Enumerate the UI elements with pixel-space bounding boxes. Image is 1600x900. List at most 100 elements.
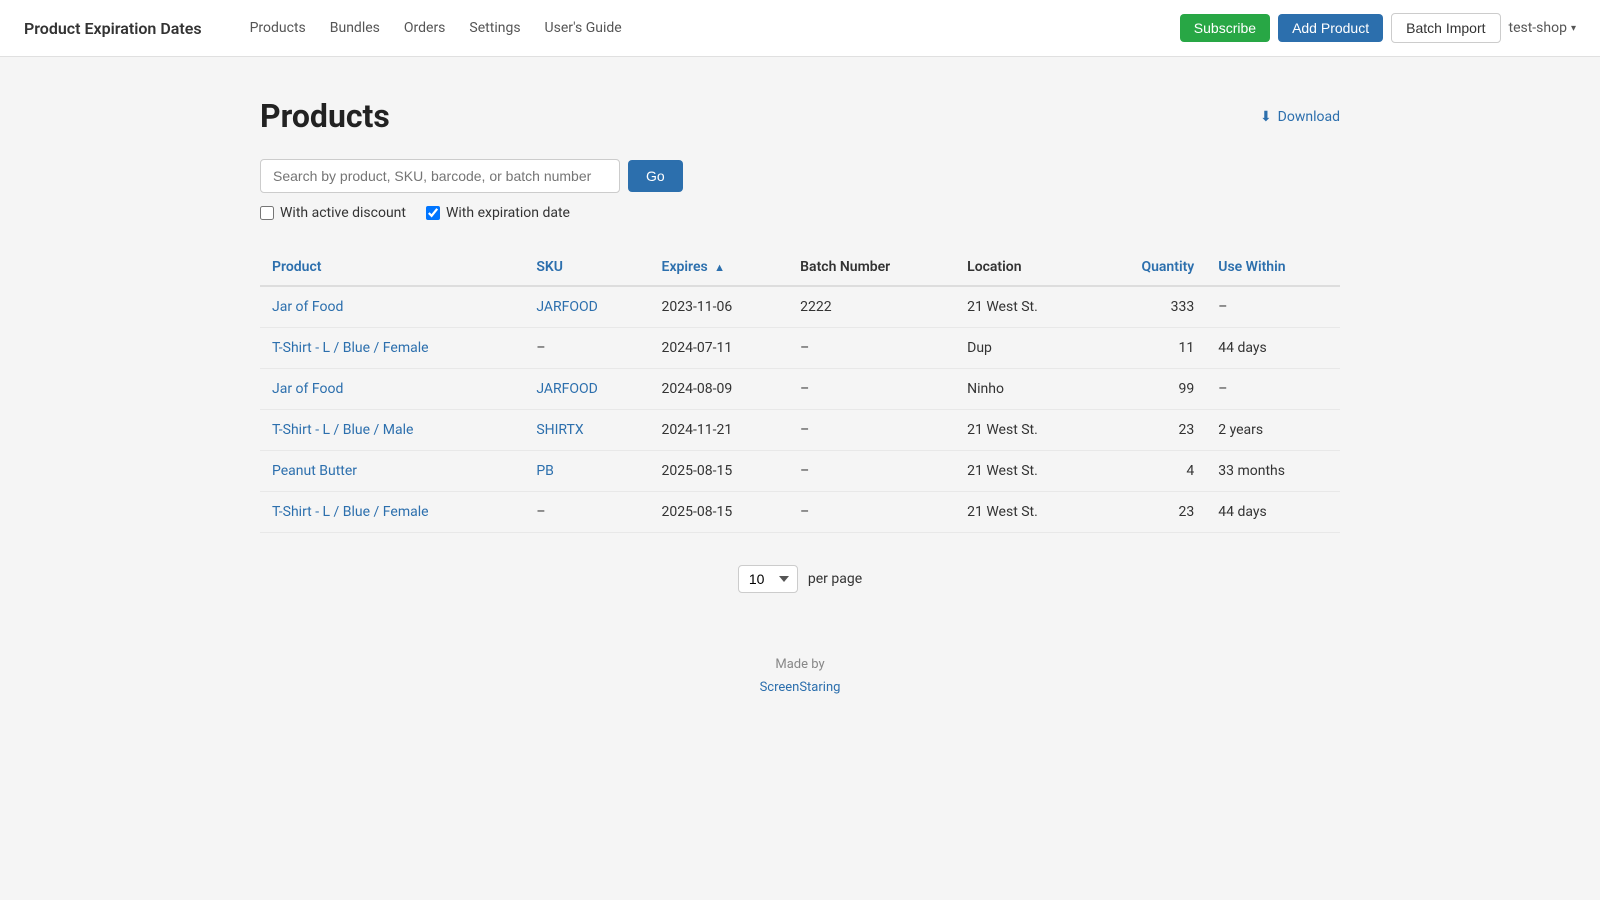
made-by-text: Made by bbox=[260, 653, 1340, 676]
shop-name: test-shop bbox=[1509, 20, 1567, 36]
table-row: Jar of Food JARFOOD 2024-08-09 – Ninho 9… bbox=[260, 369, 1340, 410]
filter-active-discount-text: With active discount bbox=[280, 205, 406, 221]
cell-expires-0: 2023-11-06 bbox=[650, 286, 789, 328]
cell-usewithin-4: 33 months bbox=[1206, 451, 1340, 492]
cell-usewithin-2: – bbox=[1206, 369, 1340, 410]
navbar-actions: Subscribe Add Product Batch Import test-… bbox=[1180, 13, 1576, 43]
cell-product-3[interactable]: T-Shirt - L / Blue / Male bbox=[260, 410, 524, 451]
col-header-usewithin: Use Within bbox=[1206, 249, 1340, 286]
filter-expiration-date-checkbox[interactable] bbox=[426, 206, 440, 220]
shop-dropdown[interactable]: test-shop ▾ bbox=[1509, 20, 1577, 36]
col-header-expires[interactable]: Expires ▲ bbox=[650, 249, 789, 286]
cell-location-3: 21 West St. bbox=[955, 410, 1094, 451]
cell-location-0: 21 West St. bbox=[955, 286, 1094, 328]
cell-usewithin-1: 44 days bbox=[1206, 328, 1340, 369]
product-link-3[interactable]: T-Shirt - L / Blue / Male bbox=[272, 422, 413, 438]
cell-sku-0[interactable]: JARFOOD bbox=[524, 286, 649, 328]
nav-products[interactable]: Products bbox=[240, 14, 316, 42]
product-link-4[interactable]: Peanut Butter bbox=[272, 463, 357, 479]
sku-link-2[interactable]: JARFOOD bbox=[536, 381, 598, 397]
cell-sku-2[interactable]: JARFOOD bbox=[524, 369, 649, 410]
sku-link-4[interactable]: PB bbox=[536, 463, 554, 479]
page-header: Products ⬇ Download bbox=[260, 97, 1340, 135]
cell-batchnumber-4: – bbox=[788, 451, 955, 492]
col-header-product: Product bbox=[260, 249, 524, 286]
cell-quantity-3: 23 bbox=[1094, 410, 1206, 451]
per-page-label: per page bbox=[808, 571, 862, 587]
download-label: Download bbox=[1278, 109, 1340, 125]
product-link-1[interactable]: T-Shirt - L / Blue / Female bbox=[272, 340, 429, 356]
col-header-location: Location bbox=[955, 249, 1094, 286]
table-header: Product SKU Expires ▲ Batch Number Locat… bbox=[260, 249, 1340, 286]
filter-row: With active discount With expiration dat… bbox=[260, 205, 1340, 221]
cell-location-1: Dup bbox=[955, 328, 1094, 369]
nav-bundles[interactable]: Bundles bbox=[320, 14, 390, 42]
product-link-5[interactable]: T-Shirt - L / Blue / Female bbox=[272, 504, 429, 520]
cell-batchnumber-1: – bbox=[788, 328, 955, 369]
cell-sku-4[interactable]: PB bbox=[524, 451, 649, 492]
filter-expiration-date-text: With expiration date bbox=[446, 205, 570, 221]
cell-location-2: Ninho bbox=[955, 369, 1094, 410]
go-button[interactable]: Go bbox=[628, 160, 683, 192]
cell-quantity-1: 11 bbox=[1094, 328, 1206, 369]
product-link-0[interactable]: Jar of Food bbox=[272, 299, 343, 315]
per-page-select[interactable]: 102550100 bbox=[738, 565, 798, 593]
nav-users-guide[interactable]: User's Guide bbox=[535, 14, 632, 42]
cell-product-4[interactable]: Peanut Butter bbox=[260, 451, 524, 492]
table-row: T-Shirt - L / Blue / Female – 2024-07-11… bbox=[260, 328, 1340, 369]
cell-product-0[interactable]: Jar of Food bbox=[260, 286, 524, 328]
chevron-down-icon: ▾ bbox=[1571, 23, 1576, 34]
cell-batchnumber-2: – bbox=[788, 369, 955, 410]
cell-usewithin-3: 2 years bbox=[1206, 410, 1340, 451]
filter-active-discount-label[interactable]: With active discount bbox=[260, 205, 406, 221]
cell-sku-3[interactable]: SHIRTX bbox=[524, 410, 649, 451]
product-link-2[interactable]: Jar of Food bbox=[272, 381, 343, 397]
table-row: T-Shirt - L / Blue / Female – 2025-08-15… bbox=[260, 492, 1340, 533]
cell-expires-3: 2024-11-21 bbox=[650, 410, 789, 451]
cell-expires-5: 2025-08-15 bbox=[650, 492, 789, 533]
cell-expires-1: 2024-07-11 bbox=[650, 328, 789, 369]
table-row: Peanut Butter PB 2025-08-15 – 21 West St… bbox=[260, 451, 1340, 492]
download-link[interactable]: ⬇ Download bbox=[1260, 109, 1340, 125]
sku-link-3[interactable]: SHIRTX bbox=[536, 422, 583, 438]
cell-product-5[interactable]: T-Shirt - L / Blue / Female bbox=[260, 492, 524, 533]
batch-import-button[interactable]: Batch Import bbox=[1391, 13, 1500, 43]
subscribe-button[interactable]: Subscribe bbox=[1180, 14, 1270, 42]
sku-link-0[interactable]: JARFOOD bbox=[536, 299, 598, 315]
col-header-batchnumber: Batch Number bbox=[788, 249, 955, 286]
download-icon: ⬇ bbox=[1260, 109, 1272, 125]
cell-batchnumber-0: 2222 bbox=[788, 286, 955, 328]
products-table: Product SKU Expires ▲ Batch Number Locat… bbox=[260, 249, 1340, 533]
main-content: Products ⬇ Download Go With active disco… bbox=[200, 57, 1400, 740]
nav-orders[interactable]: Orders bbox=[394, 14, 456, 42]
footer: Made by ScreenStaring bbox=[260, 653, 1340, 700]
search-row: Go bbox=[260, 159, 1340, 193]
cell-product-1[interactable]: T-Shirt - L / Blue / Female bbox=[260, 328, 524, 369]
add-product-button[interactable]: Add Product bbox=[1278, 14, 1383, 42]
cell-usewithin-5: 44 days bbox=[1206, 492, 1340, 533]
table-row: T-Shirt - L / Blue / Male SHIRTX 2024-11… bbox=[260, 410, 1340, 451]
nav-settings[interactable]: Settings bbox=[459, 14, 530, 42]
page-title: Products bbox=[260, 97, 390, 135]
cell-location-4: 21 West St. bbox=[955, 451, 1094, 492]
cell-batchnumber-5: – bbox=[788, 492, 955, 533]
cell-usewithin-0: – bbox=[1206, 286, 1340, 328]
col-header-quantity: Quantity bbox=[1094, 249, 1206, 286]
search-input[interactable] bbox=[260, 159, 620, 193]
filter-active-discount-checkbox[interactable] bbox=[260, 206, 274, 220]
navbar: Product Expiration Dates Products Bundle… bbox=[0, 0, 1600, 57]
cell-product-2[interactable]: Jar of Food bbox=[260, 369, 524, 410]
cell-sku-5: – bbox=[524, 492, 649, 533]
sort-arrow-icon: ▲ bbox=[714, 261, 725, 274]
screenstaring-link[interactable]: ScreenStaring bbox=[760, 680, 841, 695]
filter-expiration-date-label[interactable]: With expiration date bbox=[426, 205, 570, 221]
sku-dash-5: – bbox=[536, 504, 545, 520]
cell-sku-1: – bbox=[524, 328, 649, 369]
sku-dash-1: – bbox=[536, 340, 545, 356]
cell-expires-4: 2025-08-15 bbox=[650, 451, 789, 492]
cell-quantity-4: 4 bbox=[1094, 451, 1206, 492]
navbar-brand: Product Expiration Dates bbox=[24, 19, 202, 38]
col-header-sku: SKU bbox=[524, 249, 649, 286]
cell-quantity-0: 333 bbox=[1094, 286, 1206, 328]
cell-location-5: 21 West St. bbox=[955, 492, 1094, 533]
